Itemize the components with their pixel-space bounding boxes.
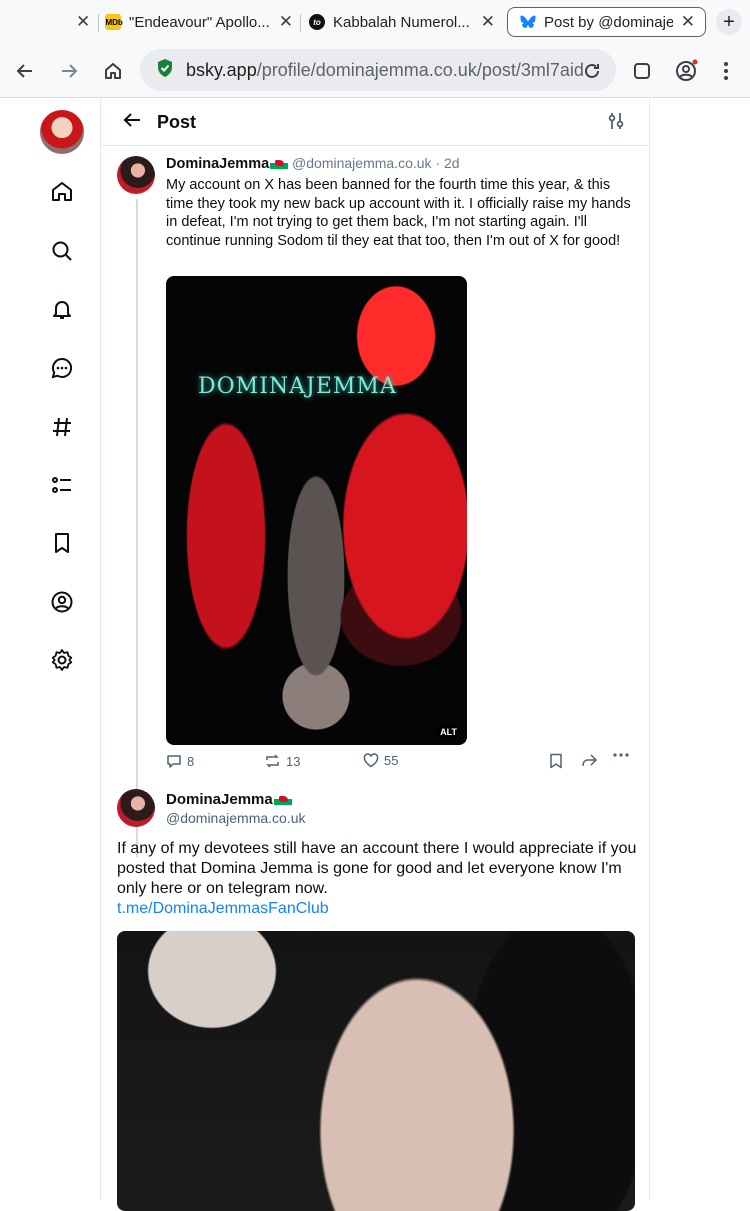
left-navigation	[0, 99, 100, 1200]
wales-flag-icon	[273, 793, 292, 805]
avatar[interactable]	[117, 156, 155, 194]
post-age[interactable]: · 2d	[435, 155, 459, 171]
post-meta: DominaJemma @dominajemma.co.uk · 2d	[166, 155, 636, 172]
thread-connector-line	[136, 199, 138, 857]
post-actions: 8 13 55	[166, 753, 636, 773]
alt-badge[interactable]: ALT	[436, 725, 461, 739]
close-tab-icon[interactable]: ✕	[681, 12, 695, 32]
tab-separator	[300, 14, 301, 32]
imdb-icon: IMDb	[105, 14, 123, 30]
share-button[interactable]	[580, 753, 598, 769]
settings-gear-icon[interactable]	[48, 646, 76, 674]
browser-tab-strip: ✕ IMDb "Endeavour" Apollo... ✕ to Kabbal…	[0, 0, 750, 44]
reply-icon	[167, 755, 181, 768]
post-text-block: If any of my devotees still have an acco…	[117, 839, 637, 919]
parent-post[interactable]: DominaJemma @dominajemma.co.uk · 2d My a…	[166, 155, 636, 250]
post-link[interactable]: t.me/DominaJemmasFanClub	[117, 899, 637, 919]
wales-flag-icon	[270, 157, 289, 169]
author-name[interactable]: DominaJemma	[166, 156, 269, 172]
image-watermark: DOMINAJEMMA	[198, 374, 397, 399]
heart-icon	[363, 753, 379, 768]
to-icon: to	[309, 14, 325, 30]
repost-button[interactable]: 13	[264, 753, 300, 769]
tab-switcher-icon[interactable]	[628, 57, 656, 85]
thread-settings-sliders-icon[interactable]	[607, 111, 625, 136]
like-count: 55	[384, 753, 399, 768]
tab-bluesky-post[interactable]: Post by @dominaje... ✕	[507, 7, 706, 37]
reload-icon[interactable]	[578, 57, 606, 85]
tab-separator	[98, 14, 99, 32]
notifications-bell-icon[interactable]	[48, 295, 76, 323]
home-icon[interactable]	[48, 178, 76, 206]
post-thread-column: Post DominaJemma @dominajemma.co.uk · 2d…	[100, 99, 650, 1211]
new-tab-button[interactable]: +	[716, 9, 742, 35]
repost-count: 13	[286, 753, 301, 769]
avatar[interactable]	[117, 789, 155, 827]
profile-icon[interactable]	[48, 588, 76, 616]
post-text: If any of my devotees still have an acco…	[117, 840, 637, 897]
post-image[interactable]: DOMINAJEMMA ALT	[166, 276, 467, 745]
thread-header: Post	[101, 99, 649, 146]
like-button[interactable]: 55	[363, 753, 398, 768]
site-security-icon[interactable]	[156, 58, 174, 83]
author-handle[interactable]: @dominajemma.co.uk	[166, 810, 306, 826]
bookmark-icon[interactable]	[48, 529, 76, 557]
browser-toolbar: bsky.app/profile/dominajemma.co.uk/post/…	[0, 44, 750, 98]
url-path: /profile/dominajemma.co.uk/post/3ml7aid	[256, 59, 584, 80]
author-name[interactable]: DominaJemma	[166, 791, 273, 808]
url-host: bsky.app	[186, 59, 257, 80]
bookmark-icon	[550, 753, 562, 769]
tab-endeavour[interactable]: IMDb "Endeavour" Apollo... ✕	[105, 7, 293, 37]
search-icon[interactable]	[48, 237, 76, 265]
chat-icon[interactable]	[48, 354, 76, 382]
plus-icon: +	[723, 10, 735, 33]
tab-title: Post by @dominaje...	[544, 13, 673, 31]
home-icon[interactable]	[99, 57, 127, 85]
address-bar[interactable]: bsky.app/profile/dominajemma.co.uk/post/…	[140, 49, 616, 91]
author-handle[interactable]: @dominajemma.co.uk	[292, 155, 432, 171]
url-text: bsky.app/profile/dominajemma.co.uk/post/…	[186, 60, 586, 81]
tab-kabbalah[interactable]: to Kabbalah Numerol... ✕	[309, 7, 495, 37]
tab-title: Kabbalah Numerol...	[333, 13, 470, 31]
page-title: Post	[157, 112, 197, 132]
account-icon[interactable]	[672, 57, 700, 85]
forward-arrow-icon[interactable]	[55, 57, 83, 85]
reply-button[interactable]: 8	[166, 753, 194, 769]
repost-icon	[266, 754, 279, 768]
feeds-hashtag-icon[interactable]	[48, 413, 76, 441]
bookmark-button[interactable]	[549, 753, 563, 769]
tab-title: "Endeavour" Apollo...	[129, 13, 270, 31]
post-text: My account on X has been banned for the …	[166, 177, 631, 249]
menu-kebab-icon[interactable]	[712, 57, 740, 85]
more-options-button[interactable]	[613, 753, 629, 757]
close-tab-icon[interactable]: ✕	[76, 12, 90, 32]
lists-icon[interactable]	[48, 471, 76, 499]
post-image[interactable]	[117, 931, 635, 1211]
author-name-row: DominaJemma	[166, 791, 292, 808]
back-arrow-icon[interactable]	[11, 57, 39, 85]
bluesky-butterfly-icon	[520, 14, 536, 30]
tab-partial[interactable]: ✕	[68, 7, 90, 37]
more-dots-icon	[613, 753, 629, 757]
close-tab-icon[interactable]: ✕	[279, 12, 293, 32]
share-icon	[582, 754, 598, 767]
back-arrow-icon[interactable]	[121, 109, 143, 136]
reply-count: 8	[187, 753, 195, 769]
close-tab-icon[interactable]: ✕	[481, 12, 495, 32]
